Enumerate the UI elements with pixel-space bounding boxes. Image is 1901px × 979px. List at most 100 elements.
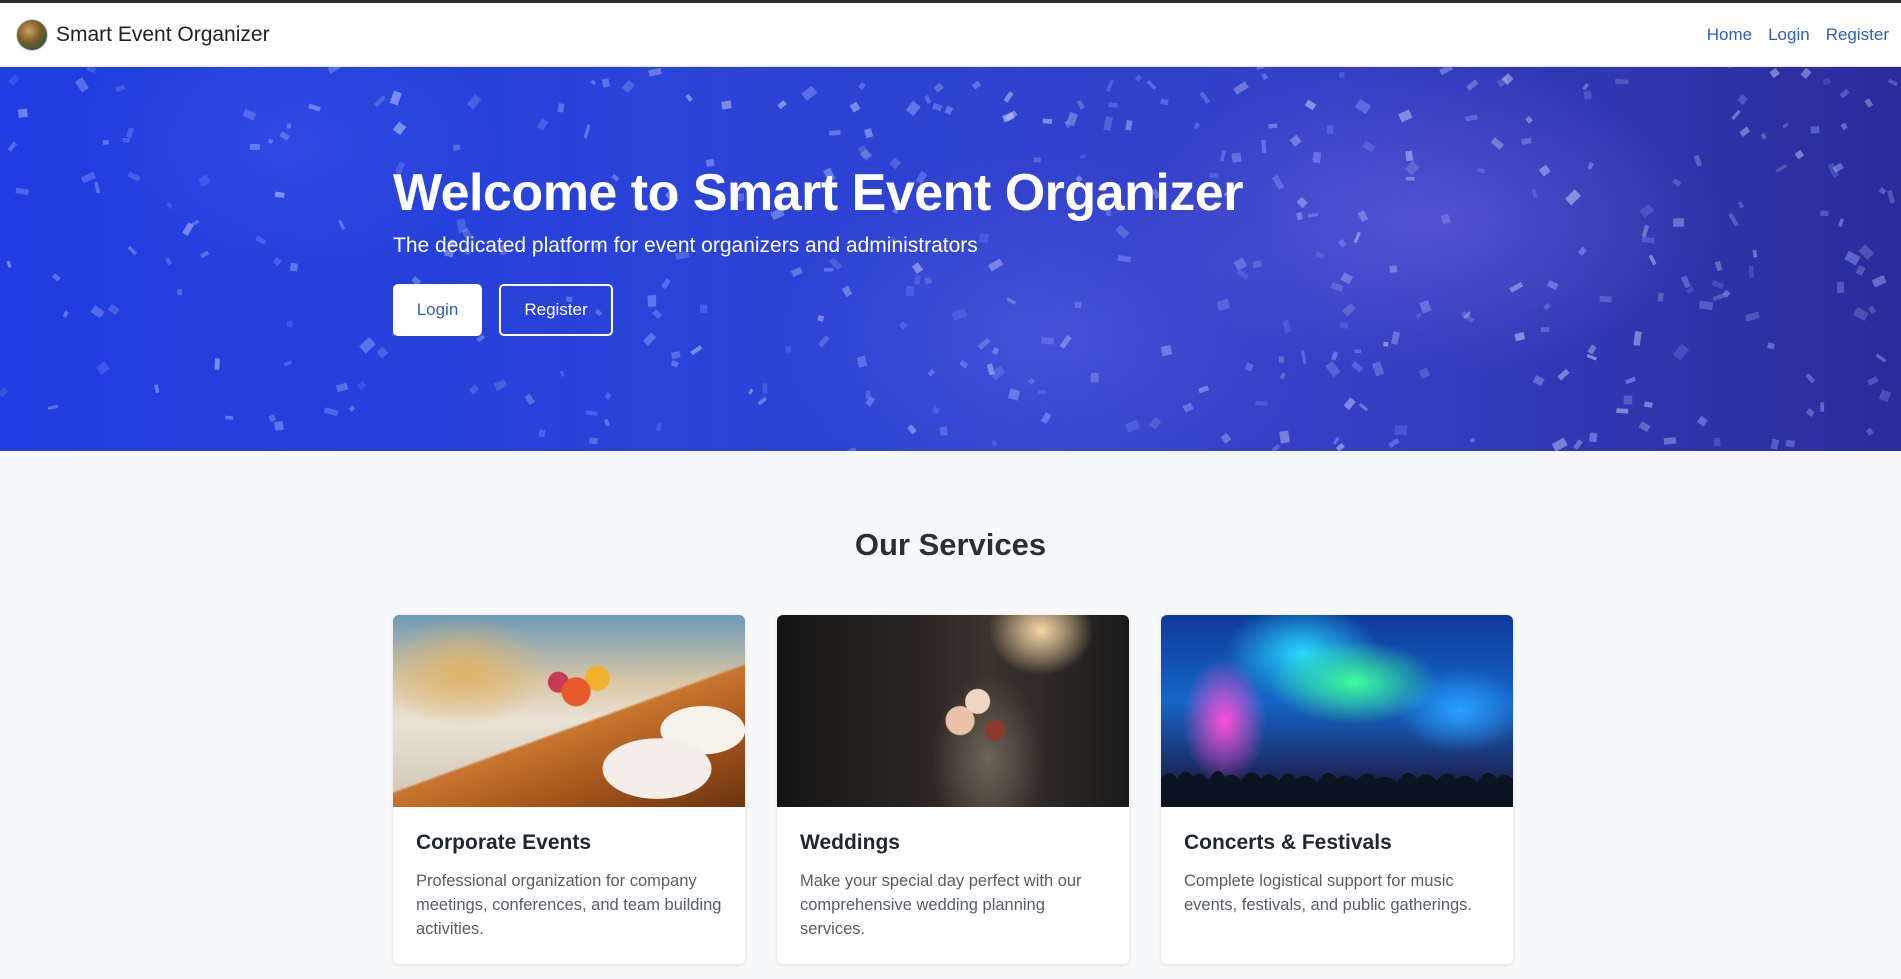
confetti-piece [748,388,754,395]
confetti-piece [1220,432,1232,444]
confetti-piece [1354,349,1361,354]
confetti-piece [1711,279,1725,290]
confetti-piece [977,337,991,350]
confetti-piece [1726,67,1733,69]
confetti-piece [359,337,376,354]
confetti-piece [927,368,936,377]
service-card-weddings[interactable]: Weddings Make your special day perfect w… [777,615,1129,964]
nav-link-register[interactable]: Register [1826,25,1889,45]
confetti-piece [856,355,868,368]
nav-link-home[interactable]: Home [1707,25,1752,45]
confetti-piece [1312,151,1322,164]
confetti-piece [376,346,389,359]
confetti-piece [1865,427,1874,436]
confetti-piece [1577,246,1588,257]
confetti-piece [95,361,110,376]
confetti-piece [94,181,101,194]
confetti-piece [1643,401,1653,408]
confetti-piece [1769,67,1780,79]
service-card-corporate[interactable]: Corporate Events Professional organizati… [393,615,745,964]
confetti-piece [1744,311,1760,322]
confetti-piece [1543,302,1551,311]
confetti-piece [1398,109,1413,123]
confetti-piece [762,383,768,394]
card-title: Concerts & Festivals [1184,831,1392,854]
confetti-piece [601,78,611,88]
confetti-piece [1713,437,1721,447]
confetti-piece [1657,292,1664,302]
confetti-piece [1372,361,1385,377]
confetti-piece [1805,407,1815,417]
card-title: Corporate Events [416,831,592,854]
confetti-piece [338,219,346,231]
confetti-piece [1696,415,1708,427]
confetti-piece [1008,388,1021,401]
confetti-piece [939,426,948,436]
confetti-piece [1714,260,1723,272]
confetti-piece [849,101,861,113]
confetti-piece [75,77,89,93]
hero-login-button[interactable]: Login [393,284,482,337]
confetti-piece [1573,439,1583,450]
confetti-piece [1278,356,1285,363]
confetti-piece [1582,83,1590,91]
confetti-piece [1394,424,1408,436]
confetti-piece [1103,116,1113,131]
confetti-piece [1326,125,1334,134]
confetti-piece [1466,79,1479,91]
confetti-piece [268,414,277,423]
confetti-piece [272,256,282,266]
confetti-piece [924,94,932,105]
confetti-piece [1390,331,1400,345]
confetti-piece [164,256,173,266]
confetti-piece [200,250,210,259]
confetti-piece [944,105,954,116]
confetti-piece [1339,72,1345,78]
confetti-piece [559,370,565,377]
confetti-piece [1855,265,1866,276]
confetti-piece [1838,218,1845,228]
brand[interactable]: Smart Event Organizer [16,18,270,52]
confetti-piece [1124,419,1140,433]
confetti-piece [1878,187,1887,195]
confetti-piece [1633,331,1642,346]
card-body: Weddings Make your special day perfect w… [777,807,1129,941]
nav-link-login[interactable]: Login [1768,25,1810,45]
confetti-piece [1439,67,1454,76]
confetti-piece [47,404,59,411]
crowd-silhouette [1161,770,1513,807]
confetti-piece [1343,397,1356,411]
confetti-piece [1042,118,1053,124]
confetti-piece [1641,236,1656,244]
confetti-piece [389,90,402,106]
confetti-piece [1680,275,1691,289]
confetti-piece [1182,402,1194,413]
confetti-piece [828,129,841,136]
confetti-piece [125,127,135,139]
confetti-piece [1405,150,1414,162]
confetti-piece [274,191,285,199]
confetti-piece [1268,123,1278,129]
confetti-piece [847,447,860,451]
confetti-piece [1337,238,1347,248]
confetti-piece [335,382,349,393]
confetti-piece [1820,402,1825,412]
confetti-piece [1415,312,1423,319]
confetti-piece [15,187,29,195]
confetti-piece [1032,157,1042,163]
confetti-piece [1041,337,1054,345]
confetti-piece [197,174,211,188]
confetti-piece [452,144,461,151]
confetti-piece [1532,375,1545,387]
confetti-piece [115,84,126,92]
confetti-piece [1357,210,1369,223]
confetti-piece [991,347,1000,356]
confetti-piece [1810,125,1820,134]
confetti-piece [1255,67,1265,70]
service-card-concerts[interactable]: Concerts & Festivals Complete logistical… [1161,615,1513,964]
confetti-piece [1388,438,1400,448]
confetti-piece [1105,79,1114,92]
confetti-piece [466,94,482,110]
hero-register-button[interactable]: Register [499,284,613,337]
confetti-piece [1672,343,1690,361]
